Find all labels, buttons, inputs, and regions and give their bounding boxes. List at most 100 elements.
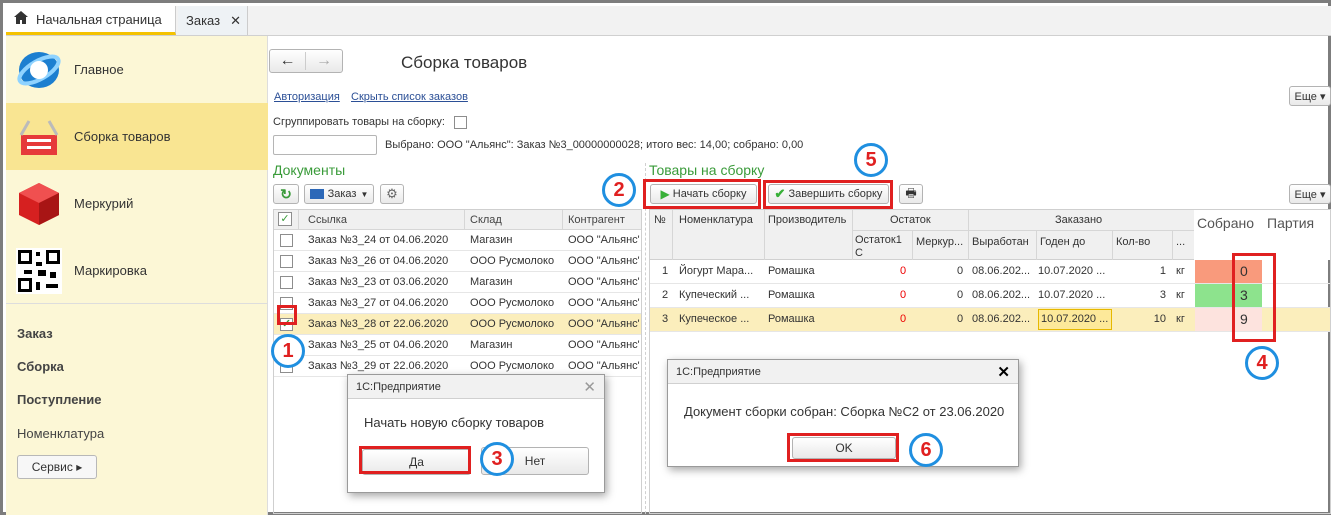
cell-made: 08.06.202...: [972, 289, 1031, 301]
table-row[interactable]: Заказ №3_25 от 04.06.2020 Магазин ООО "Аль…: [274, 335, 641, 356]
step-marker-3: 3: [480, 442, 514, 476]
dialog-header: 1С:Предприятие ✕: [348, 375, 604, 399]
nav-nomenclature[interactable]: Номенклатура: [17, 426, 104, 441]
tab-home[interactable]: Начальная страница: [6, 6, 176, 35]
table-row[interactable]: 1 Йогурт Мара... Ромашка 0 0 08.06.202... 10.0…: [650, 260, 1330, 284]
cell-ref: Заказ №3_26 от 04.06.2020: [308, 255, 449, 267]
cell-until[interactable]: 10.07.2020 ...: [1038, 309, 1112, 330]
col-until[interactable]: Годен до: [1040, 236, 1085, 248]
cell-num: 3: [662, 313, 669, 325]
table-row[interactable]: Заказ №3_27 от 04.06.2020 ООО Русмолоко ОО…: [274, 293, 641, 314]
cell-unit: кг: [1176, 289, 1185, 301]
back-arrow-icon[interactable]: ←: [270, 52, 306, 70]
cell-nomenclature: Йогурт Мара...: [679, 265, 754, 277]
close-icon[interactable]: ✕: [230, 13, 241, 29]
highlight-finish: [763, 180, 893, 209]
row-checkbox[interactable]: [280, 276, 293, 289]
cell-qty: 1: [1159, 265, 1166, 277]
cell-rest1c: 0: [900, 313, 907, 325]
settings-button[interactable]: ⚙: [380, 184, 404, 204]
basket-icon: [14, 112, 64, 162]
step-marker-4: 4: [1245, 346, 1279, 380]
refresh-icon: ↻: [280, 185, 292, 202]
hide-orders-link[interactable]: Скрыть список заказов: [351, 91, 468, 103]
dialog-message: Документ сборки собран: Сборка №С2 от 23…: [684, 404, 1005, 419]
nav-assembly[interactable]: Сборка: [17, 359, 64, 374]
search-input[interactable]: [273, 135, 377, 155]
col-ordered[interactable]: Заказано: [1055, 214, 1102, 226]
nav-receipt[interactable]: Поступление: [17, 392, 102, 407]
tab-home-label: Начальная страница: [36, 11, 162, 27]
sidebar-item-label: Главное: [74, 62, 124, 77]
documents-header: ✓ Ссылка Склад Контрагент: [274, 210, 641, 230]
cell-ref: Заказ №3_29 от 22.06.2020: [308, 360, 449, 372]
tab-bar: Начальная страница Заказ ✕: [6, 6, 1331, 36]
order-dropdown-button[interactable]: Заказ ▼: [304, 184, 374, 204]
cell-unit: кг: [1176, 313, 1185, 325]
table-row[interactable]: 3 Купеческое ... Ромашка 0 0 08.06.202... 10.0…: [650, 308, 1330, 332]
sidebar-item-main[interactable]: Главное: [6, 36, 268, 103]
row-checkbox[interactable]: [280, 255, 293, 268]
step-marker-5: 5: [854, 143, 888, 177]
cell-ref: Заказ №3_28 от 22.06.2020: [308, 318, 449, 330]
sidebar-item-mercury[interactable]: Меркурий: [6, 170, 268, 237]
more-button-top[interactable]: Еще ▾: [1289, 86, 1331, 106]
col-qty[interactable]: Кол-во: [1116, 236, 1150, 248]
home-icon: [14, 11, 28, 27]
sidebar-item-label: Меркурий: [74, 196, 134, 211]
more-button-goods[interactable]: Еще ▾: [1289, 184, 1331, 204]
print-button[interactable]: 🖶: [899, 184, 923, 204]
table-row[interactable]: Заказ №3_24 от 04.06.2020 Магазин ООО "Аль…: [274, 230, 641, 251]
table-row[interactable]: ✓ Заказ №3_28 от 22.06.2020 ООО Русмолоко О…: [274, 314, 641, 335]
table-row[interactable]: Заказ №3_23 от 03.06.2020 Магазин ООО "Аль…: [274, 272, 641, 293]
col-made[interactable]: Выработан: [972, 236, 1029, 248]
select-all-checkbox[interactable]: ✓: [278, 212, 292, 226]
auth-link[interactable]: Авторизация: [274, 91, 340, 103]
table-row[interactable]: Заказ №3_26 от 04.06.2020 ООО Русмолоко ОО…: [274, 251, 641, 272]
cell-ref: Заказ №3_24 от 04.06.2020: [308, 234, 449, 246]
cell-maker: Ромашка: [768, 289, 815, 301]
col-rest[interactable]: Остаток: [890, 214, 931, 226]
row-checkbox[interactable]: [280, 234, 293, 247]
cell-partner: ООО "Альянс": [568, 339, 640, 351]
col-collected[interactable]: Собрано: [1197, 215, 1254, 231]
cell-made: 08.06.202...: [972, 313, 1031, 325]
col-mercury[interactable]: Меркур...: [916, 236, 963, 248]
cell-ref: Заказ №3_25 от 04.06.2020: [308, 339, 449, 351]
cube-icon: [14, 179, 64, 229]
dialog-title: 1С:Предприятие: [356, 380, 441, 393]
sidebar-item-marking[interactable]: Маркировка: [6, 237, 268, 304]
close-icon[interactable]: ✕: [583, 378, 596, 396]
dialog-header: 1С:Предприятие ✕: [668, 360, 1018, 384]
service-button[interactable]: Сервис ▸: [17, 455, 97, 479]
documents-title: Документы: [273, 162, 346, 178]
goods-title: Товары на сборку: [649, 162, 765, 178]
forward-arrow-icon[interactable]: →: [306, 52, 342, 70]
col-nomenclature[interactable]: Номенклатура: [679, 214, 753, 226]
col-warehouse[interactable]: Склад: [470, 214, 502, 226]
nav-order[interactable]: Заказ: [17, 326, 53, 341]
tab-order[interactable]: Заказ ✕: [178, 6, 248, 35]
refresh-button[interactable]: ↻: [273, 184, 299, 204]
sidebar-item-assembly[interactable]: Сборка товаров: [6, 103, 268, 170]
col-rest1c[interactable]: Остаток1 С: [855, 234, 907, 260]
table-row[interactable]: 2 Купеческий ... Ромашка 0 0 08.06.202... 10.0…: [650, 284, 1330, 308]
col-maker[interactable]: Производитель: [768, 214, 846, 226]
cell-partner: ООО "Альянс": [568, 318, 640, 330]
close-icon[interactable]: ✕: [997, 363, 1010, 381]
group-checkbox[interactable]: [454, 116, 467, 129]
sidebar-item-label: Сборка товаров: [74, 129, 171, 144]
sidebar-item-label: Маркировка: [74, 263, 147, 278]
qr-code-icon: [14, 246, 64, 296]
printer-icon: 🖶: [905, 185, 917, 200]
highlight-start: [643, 179, 761, 209]
col-partner[interactable]: Контрагент: [568, 214, 625, 226]
col-batch[interactable]: Партия: [1267, 215, 1314, 231]
cell-warehouse: Магазин: [470, 276, 513, 288]
col-dots[interactable]: ...: [1176, 236, 1185, 248]
col-num[interactable]: №: [654, 214, 666, 226]
cell-until: 10.07.2020 ...: [1038, 265, 1106, 277]
cell-partner: ООО "Альянс": [568, 234, 640, 246]
cell-warehouse: ООО Русмолоко: [470, 297, 555, 309]
col-ref[interactable]: Ссылка: [308, 214, 347, 226]
